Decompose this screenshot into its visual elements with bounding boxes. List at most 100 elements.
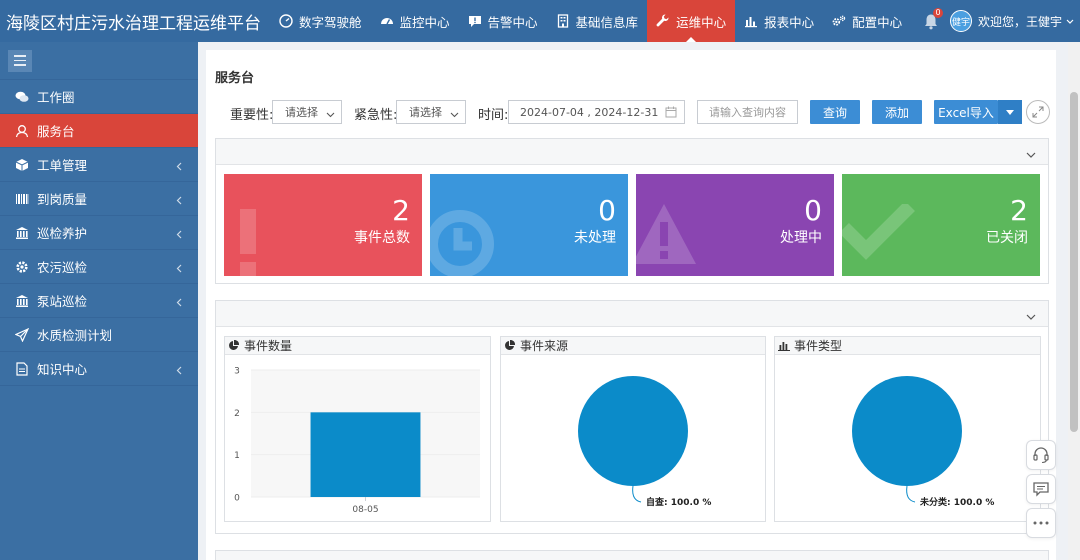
topnav-label: 配置中心 bbox=[852, 14, 903, 30]
stat-card-total[interactable]: 2 事件总数 bbox=[224, 174, 422, 276]
history-icon bbox=[430, 210, 494, 276]
sidebar-item-inspection-maintenance[interactable]: 巡检养护 bbox=[0, 216, 198, 250]
topnav-basic-info[interactable]: 基础信息库 bbox=[547, 0, 648, 42]
menu-toggle-button[interactable] bbox=[8, 49, 32, 72]
chart-title: 事件数量 bbox=[244, 339, 293, 353]
stat-value: 0 bbox=[598, 194, 616, 227]
building-icon bbox=[556, 14, 570, 28]
topnav-operations[interactable]: 运维中心 bbox=[647, 0, 736, 42]
add-button[interactable]: 添加 bbox=[872, 100, 922, 124]
notification-count-badge: 0 bbox=[932, 8, 943, 18]
topnav-monitor[interactable]: 监控中心 bbox=[371, 0, 459, 42]
alert-message-icon bbox=[468, 14, 482, 28]
bar-chart-icon bbox=[778, 340, 790, 352]
sidebar-item-attendance-quality[interactable]: 到岗质量 bbox=[0, 182, 198, 216]
user-headset-icon bbox=[14, 123, 30, 139]
headset-icon bbox=[1033, 447, 1049, 464]
y-tick-label: 2 bbox=[234, 409, 240, 419]
notification-bell[interactable]: 0 bbox=[920, 8, 943, 32]
speedometer-icon bbox=[380, 14, 394, 28]
scrollbar-thumb[interactable] bbox=[1070, 92, 1078, 432]
date-range-input[interactable]: 2024-07-04 , 2024-12-31 bbox=[508, 100, 685, 124]
chart-header: 事件数量 bbox=[225, 337, 490, 355]
query-button[interactable]: 查询 bbox=[810, 100, 860, 124]
bar[interactable] bbox=[310, 412, 421, 497]
x-tick-label: 08-05 bbox=[352, 505, 378, 515]
gears-icon bbox=[832, 14, 846, 28]
stat-card-closed[interactable]: 2 已关闭 bbox=[842, 174, 1040, 276]
urgency-select[interactable]: 请选择 bbox=[396, 100, 466, 124]
sidebar-item-label: 知识中心 bbox=[37, 362, 88, 377]
main-area: 服务台 重要性: 请选择 紧急性: 请选择 时间: 2024-07-04 , 2… bbox=[198, 42, 1068, 560]
date-range-value: 2024-07-04 , 2024-12-31 bbox=[520, 105, 659, 119]
chevron-left-icon bbox=[176, 159, 182, 174]
event-source-chart: 事件来源 自查: 100.0 % bbox=[500, 336, 766, 522]
chevron-down-icon[interactable] bbox=[1026, 147, 1036, 161]
chevron-left-icon bbox=[176, 227, 182, 242]
stat-label: 未处理 bbox=[574, 230, 616, 246]
checkmark-icon bbox=[842, 204, 915, 260]
sidebar-item-label: 泵站巡检 bbox=[37, 294, 88, 309]
search-placeholder: 请输入查询内容 bbox=[709, 106, 786, 119]
sidebar-item-knowledge-center[interactable]: 知识中心 bbox=[0, 352, 198, 386]
topnav-label: 基础信息库 bbox=[575, 14, 639, 30]
more-dots-icon bbox=[1033, 521, 1049, 525]
avatar[interactable]: 健宇 bbox=[949, 10, 972, 32]
chevron-down-icon[interactable] bbox=[1066, 14, 1074, 28]
third-panel-header bbox=[216, 551, 1048, 560]
pie-chart-canvas: 未分类: 100.0 % bbox=[852, 376, 994, 508]
search-input[interactable]: 请输入查询内容 bbox=[697, 100, 798, 124]
stat-card-unprocessed[interactable]: 0 未处理 bbox=[430, 174, 628, 276]
feedback-button[interactable] bbox=[1026, 474, 1056, 504]
stat-label: 已关闭 bbox=[986, 230, 1028, 246]
urgency-label: 紧急性: bbox=[354, 108, 398, 123]
chart-title: 事件来源 bbox=[520, 339, 569, 353]
importance-select[interactable]: 请选择 bbox=[272, 100, 342, 124]
topnav-dashboard[interactable]: 数字驾驶舱 bbox=[270, 0, 371, 42]
sidebar: 工作圈 服务台 工单管理 到岗质量 巡检养护 农污巡检 泵站巡检 水质检测计划 … bbox=[0, 42, 198, 560]
topnav-label: 监控中心 bbox=[399, 14, 450, 30]
y-tick-label: 3 bbox=[234, 367, 240, 377]
topnav-label: 报表中心 bbox=[764, 14, 815, 30]
welcome-text[interactable]: 欢迎您，王健宇 bbox=[978, 13, 1062, 30]
customer-service-button[interactable] bbox=[1026, 440, 1056, 470]
dashboard-icon bbox=[279, 14, 293, 28]
send-icon bbox=[14, 327, 30, 343]
stat-value: 2 bbox=[392, 194, 410, 227]
sidebar-item-work-circle[interactable]: 工作圈 bbox=[0, 80, 198, 114]
stat-card-processing[interactable]: 0 处理中 bbox=[636, 174, 834, 276]
user-area: 0 健宇 欢迎您，王健宇 bbox=[920, 0, 1074, 42]
chat-icon bbox=[14, 89, 30, 105]
event-type-chart: 事件类型 未分类: 100.0 % bbox=[774, 336, 1041, 522]
more-button[interactable] bbox=[1026, 508, 1056, 538]
event-count-chart: 事件数量 0 1 2 3 08-05 bbox=[224, 336, 491, 522]
sidebar-item-rural-sewage-inspection[interactable]: 农污巡检 bbox=[0, 250, 198, 284]
topnav-reports[interactable]: 报表中心 bbox=[735, 0, 823, 42]
warning-icon bbox=[636, 204, 696, 264]
pie-slice[interactable] bbox=[852, 376, 962, 486]
stat-label: 处理中 bbox=[780, 230, 822, 246]
chevron-down-icon[interactable] bbox=[1026, 309, 1036, 323]
sidebar-item-label: 服务台 bbox=[37, 124, 75, 139]
topnav-label: 告警中心 bbox=[487, 14, 538, 30]
import-dropdown-toggle[interactable] bbox=[998, 100, 1022, 124]
sidebar-item-water-quality-plan[interactable]: 水质检测计划 bbox=[0, 318, 198, 352]
sidebar-item-service-desk[interactable]: 服务台 bbox=[0, 114, 198, 148]
topnav-alerts[interactable]: 告警中心 bbox=[459, 0, 547, 42]
charts-panel-header bbox=[216, 301, 1048, 327]
stats-panel: 2 事件总数 0 未处理 0 处理中 2 已关闭 bbox=[215, 138, 1049, 284]
topnav-config[interactable]: 配置中心 bbox=[823, 0, 911, 42]
sidebar-item-label: 水质检测计划 bbox=[37, 328, 113, 343]
excel-import-button[interactable]: Excel导入 bbox=[934, 100, 998, 124]
bar-chart-icon bbox=[744, 14, 758, 28]
stat-value: 2 bbox=[1010, 194, 1028, 227]
slice-label: 自查: 100.0 % bbox=[646, 496, 711, 508]
sidebar-item-pump-station-inspection[interactable]: 泵站巡检 bbox=[0, 284, 198, 318]
chevron-down-icon bbox=[450, 108, 459, 121]
page-scrollbar[interactable] bbox=[1068, 42, 1080, 560]
page-title: 服务台 bbox=[215, 71, 255, 86]
sidebar-toggle-row bbox=[0, 42, 198, 80]
fullscreen-button[interactable] bbox=[1026, 100, 1050, 124]
pie-slice[interactable] bbox=[578, 376, 688, 486]
sidebar-item-work-orders[interactable]: 工单管理 bbox=[0, 148, 198, 182]
